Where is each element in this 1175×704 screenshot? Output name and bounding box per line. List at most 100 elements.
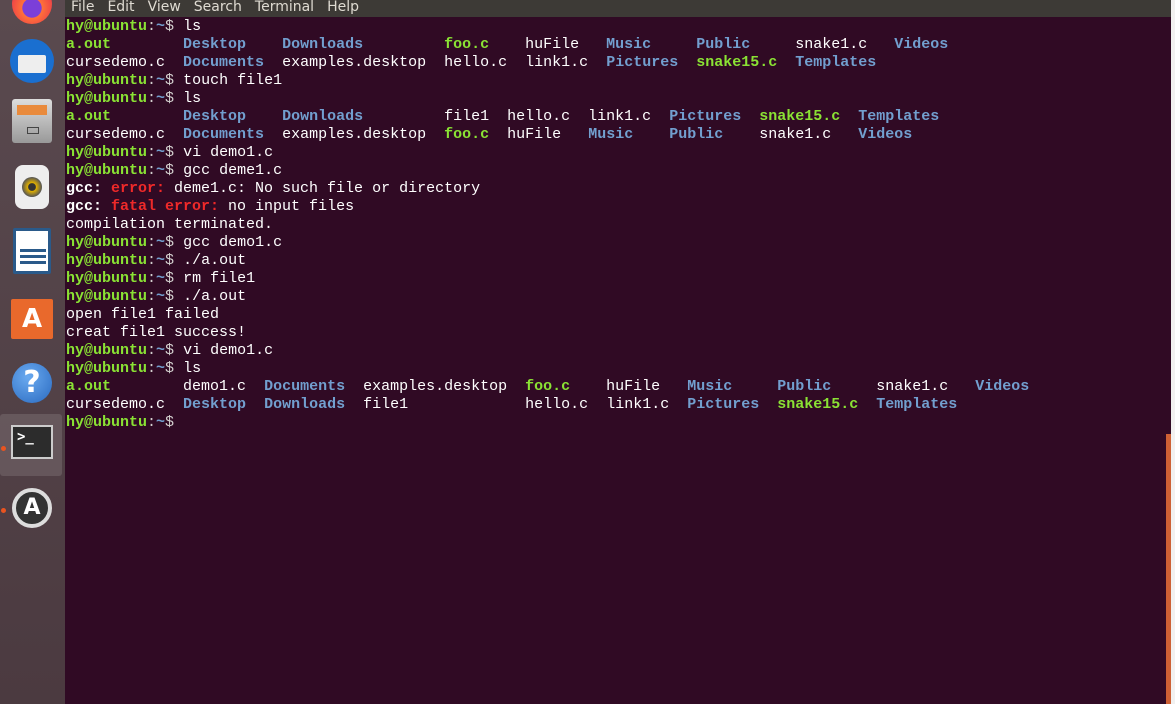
file-entry: hello.c [507, 108, 571, 125]
ls-row: a.out demo1.c Documents examples.desktop… [66, 378, 1029, 396]
directory-entry: Pictures [606, 54, 679, 71]
prompt-symbol: $ [165, 288, 184, 305]
command-text: vi demo1.c [183, 144, 274, 161]
directory-entry: Videos [894, 36, 949, 53]
directory-entry: Public [669, 126, 724, 143]
command-text: ls [183, 18, 202, 35]
terminal-output: hy@ubuntu:~$ ls a.out Desktop Downloads f… [66, 18, 1029, 432]
prompt-separator: : [147, 144, 157, 161]
directory-entry: Desktop [183, 396, 247, 413]
prompt-symbol: $ [165, 162, 184, 179]
file-entry: huFile [507, 126, 562, 143]
file-entry: link1.c [588, 108, 652, 125]
directory-entry: Pictures [669, 108, 742, 125]
prompt-directory: ~ [156, 414, 166, 431]
libreoffice-writer-icon[interactable] [8, 227, 56, 275]
prompt-symbol: $ [165, 90, 184, 107]
terminal-line: hy@ubuntu:~$ ls [66, 18, 1029, 36]
file-entry: file1 [444, 108, 490, 125]
output-text: gcc: [66, 180, 112, 197]
directory-entry: Documents [264, 378, 346, 395]
prompt-symbol: $ [165, 144, 184, 161]
file-entry: cursedemo.c [66, 54, 166, 71]
prompt-separator: : [147, 270, 157, 287]
file-entry: foo.c [444, 126, 490, 143]
terminal-icon[interactable]: >_ [8, 418, 56, 466]
prompt-directory: ~ [156, 72, 166, 89]
scrollbar[interactable] [1166, 434, 1171, 704]
files-icon[interactable] [8, 97, 56, 145]
directory-entry: Templates [795, 54, 877, 71]
directory-entry: Desktop [183, 36, 247, 53]
prompt-user: hy@ubuntu [66, 414, 148, 431]
file-entry: a.out [66, 36, 112, 53]
prompt-directory: ~ [156, 288, 166, 305]
file-entry: examples.desktop [363, 378, 508, 395]
prompt-symbol: $ [165, 414, 184, 431]
terminal-window[interactable]: hy@ubuntu:~$ ls a.out Desktop Downloads f… [65, 17, 1171, 704]
terminal-line: hy@ubuntu:~$ vi demo1.c [66, 144, 1029, 162]
directory-entry: Public [777, 378, 832, 395]
file-entry: foo.c [525, 378, 571, 395]
command-text: touch file1 [183, 72, 283, 89]
command-text: gcc demo1.c [183, 234, 283, 251]
file-entry: snake1.c [795, 36, 868, 53]
ls-row: a.out Desktop Downloads file1 hello.c li… [66, 108, 1029, 126]
menu-view[interactable]: View [148, 0, 181, 15]
prompt-directory: ~ [156, 270, 166, 287]
file-entry: link1.c [525, 54, 589, 71]
file-entry: a.out [66, 108, 112, 125]
menu-edit[interactable]: Edit [107, 0, 134, 15]
command-text: gcc deme1.c [183, 162, 283, 179]
command-text: ./a.out [183, 288, 247, 305]
prompt-directory: ~ [156, 144, 166, 161]
prompt-user: hy@ubuntu [66, 162, 148, 179]
file-entry: foo.c [444, 36, 490, 53]
terminal-line: gcc: error: deme1.c: No such file or dir… [66, 180, 1029, 198]
software-center-icon[interactable]: A [8, 292, 56, 340]
directory-entry: Music [687, 378, 733, 395]
file-entry: snake15.c [696, 54, 778, 71]
prompt-symbol: $ [165, 234, 184, 251]
prompt-separator: : [147, 342, 157, 359]
command-text: ls [183, 360, 202, 377]
ls-row: a.out Desktop Downloads foo.c huFile Mus… [66, 36, 1029, 54]
directory-entry: Documents [183, 126, 265, 143]
menu-help[interactable]: Help [327, 0, 359, 15]
command-text: ls [183, 90, 202, 107]
help-icon[interactable]: ? [8, 359, 56, 407]
terminal-line: hy@ubuntu:~$ ls [66, 90, 1029, 108]
ls-row: cursedemo.c Desktop Downloads file1 hell… [66, 396, 1029, 414]
file-entry: snake1.c [759, 126, 832, 143]
prompt-separator: : [147, 234, 157, 251]
terminal-line: hy@ubuntu:~$ rm file1 [66, 270, 1029, 288]
rhythmbox-icon[interactable] [8, 163, 56, 211]
prompt-symbol: $ [165, 18, 184, 35]
menu-file[interactable]: File [71, 0, 94, 15]
terminal-line: hy@ubuntu:~$ gcc deme1.c [66, 162, 1029, 180]
launcher: A? >_ A [0, 0, 65, 704]
thunderbird-icon[interactable] [8, 37, 56, 85]
prompt-symbol: $ [165, 360, 184, 377]
terminal-line: hy@ubuntu:~$ vi demo1.c [66, 342, 1029, 360]
prompt-user: hy@ubuntu [66, 252, 148, 269]
menu-terminal[interactable]: Terminal [255, 0, 314, 15]
file-entry: cursedemo.c [66, 396, 166, 413]
file-entry: examples.desktop [282, 54, 427, 71]
prompt-symbol: $ [165, 72, 184, 89]
ls-row: cursedemo.c Documents examples.desktop f… [66, 126, 1029, 144]
output-text: error: [111, 180, 175, 197]
file-entry: file1 [363, 396, 409, 413]
file-entry: snake1.c [876, 378, 949, 395]
prompt-separator: : [147, 18, 157, 35]
terminal-line: hy@ubuntu:~$ [66, 414, 1029, 432]
terminal-line: hy@ubuntu:~$ ./a.out [66, 288, 1029, 306]
directory-entry: Downloads [264, 396, 346, 413]
prompt-separator: : [147, 162, 157, 179]
file-entry: huFile [606, 378, 661, 395]
file-entry: demo1.c [183, 378, 247, 395]
prompt-symbol: $ [165, 270, 184, 287]
menu-search[interactable]: Search [194, 0, 242, 15]
software-updater-icon[interactable]: A [8, 484, 56, 532]
prompt-directory: ~ [156, 360, 166, 377]
